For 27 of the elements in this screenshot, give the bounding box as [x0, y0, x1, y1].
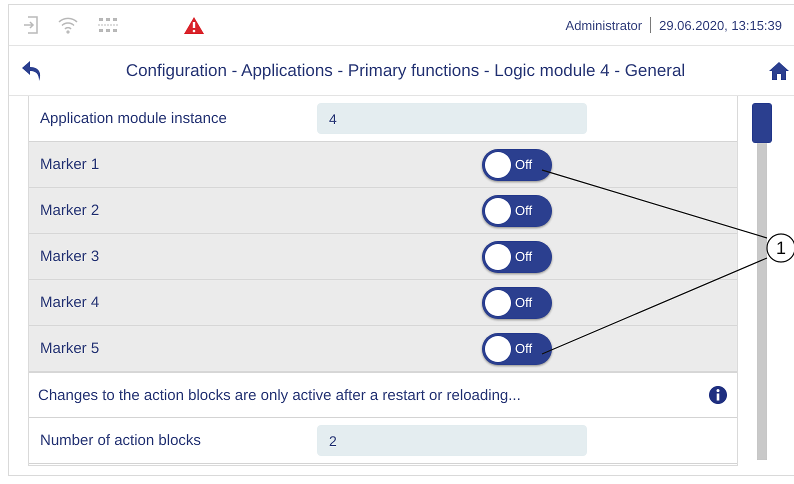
- marker-label: Marker 5: [39, 340, 100, 357]
- notice-text: Changes to the action blocks are only active after a restart or reloading...: [38, 386, 521, 404]
- user-name: Administrator: [566, 18, 642, 32]
- info-icon[interactable]: [709, 386, 728, 404]
- wifi-icon: [57, 16, 79, 34]
- back-arrow-icon[interactable]: [21, 58, 43, 82]
- network-grid-icon: [97, 16, 119, 34]
- marker-label: Marker 3: [39, 248, 100, 265]
- toggle-switch[interactable]: Off: [482, 286, 552, 318]
- input-field[interactable]: 2: [317, 425, 587, 456]
- callout-number: 1: [774, 238, 787, 259]
- warning-icon: [183, 16, 205, 34]
- marker-label: Marker 1: [39, 156, 100, 173]
- page-title: Configuration - Applications - Primary functions - Logic module 4 - General: [124, 60, 686, 80]
- marker-label: Marker 2: [39, 202, 100, 219]
- toggle-switch[interactable]: Off: [482, 148, 552, 180]
- date-time: 29.06.2020, 13:15:39: [659, 18, 782, 32]
- scrollbar-thumb[interactable]: [752, 103, 772, 143]
- toggle-switch[interactable]: Off: [482, 194, 552, 226]
- marker-label: Marker 4: [39, 294, 100, 311]
- toggle-switch[interactable]: Off: [482, 332, 552, 364]
- home-icon[interactable]: [768, 60, 790, 80]
- toggle-switch[interactable]: Off: [482, 240, 552, 272]
- login-icon: [23, 16, 39, 34]
- field-label: Application module instance: [39, 110, 228, 127]
- field-label: Number of action blocks: [39, 432, 202, 449]
- input-field[interactable]: 4: [317, 103, 587, 134]
